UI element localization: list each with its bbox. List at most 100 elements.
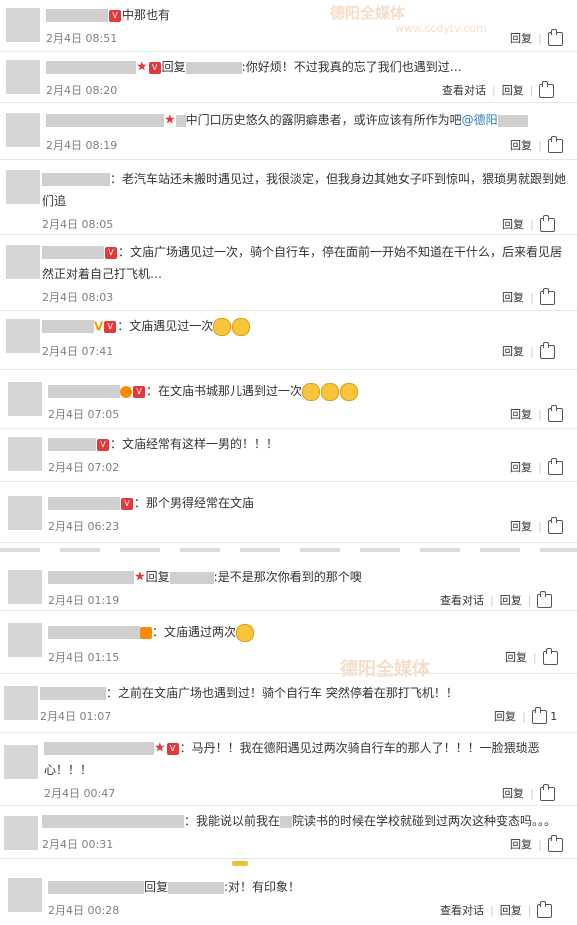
- reply-button[interactable]: 回复: [494, 710, 516, 723]
- emoji-icon: [302, 382, 321, 401]
- comment-time: 2月4日 00:31: [42, 838, 114, 851]
- comment-text-cont: 然正对着自己打飞机…: [42, 267, 163, 281]
- avatar[interactable]: [6, 8, 40, 42]
- view-conversation-link[interactable]: 查看对话: [440, 594, 484, 607]
- reply-button[interactable]: 回复: [510, 838, 532, 851]
- comment-text: 中那也有: [122, 8, 171, 22]
- reply-button[interactable]: 回复: [505, 651, 527, 664]
- username[interactable]: [48, 438, 96, 451]
- avatar[interactable]: [8, 382, 42, 416]
- reply-button[interactable]: 回复: [502, 291, 524, 304]
- thumbs-up-icon[interactable]: [539, 288, 555, 305]
- avatar[interactable]: [6, 60, 40, 94]
- comment-text: ：之前在文庙广场也遇到过！骑个自行车 突然停着在那打飞机！！: [106, 686, 458, 700]
- mention-link[interactable]: @德阳: [462, 113, 498, 127]
- comment-text: ：在文庙书城那儿遇到过一次: [146, 384, 303, 398]
- reply-button[interactable]: 回复: [502, 345, 524, 358]
- comment-row: ：文庙遇过两次 2月4日 01:15 回复 |: [0, 611, 577, 674]
- thumbs-up-icon[interactable]: [539, 81, 555, 98]
- thumbs-up-icon[interactable]: [539, 342, 555, 359]
- comment-text-cont: 们追: [42, 194, 67, 208]
- view-conversation-link[interactable]: 查看对话: [442, 84, 486, 97]
- member-badge-icon: V: [109, 9, 121, 22]
- avatar[interactable]: [4, 686, 38, 720]
- username[interactable]: [48, 385, 120, 398]
- reply-button[interactable]: 回复: [510, 32, 532, 45]
- reply-button[interactable]: 回复: [502, 787, 524, 800]
- thumbs-up-icon[interactable]: [539, 215, 555, 232]
- comment-time: 2月4日 07:05: [48, 408, 120, 421]
- thumbs-up-icon[interactable]: [547, 29, 563, 46]
- thumbs-up-icon[interactable]: [537, 901, 553, 918]
- username[interactable]: [44, 742, 154, 755]
- star-icon: ★: [164, 112, 176, 128]
- username[interactable]: [48, 626, 140, 639]
- reply-prefix: 回复: [144, 880, 169, 894]
- comment-time: 2月4日 01:15: [48, 651, 120, 664]
- reply-button[interactable]: 回复: [510, 461, 532, 474]
- comment-time: 2月4日 08:19: [46, 139, 118, 152]
- reply-button[interactable]: 回复: [502, 218, 524, 231]
- username[interactable]: [46, 114, 164, 127]
- reply-target-name[interactable]: [169, 571, 214, 584]
- thumbs-up-icon[interactable]: [547, 517, 563, 534]
- username[interactable]: [48, 497, 120, 510]
- comment-time: 2月4日 08:03: [42, 291, 114, 304]
- username[interactable]: [46, 9, 108, 22]
- star-icon: ★: [136, 59, 148, 75]
- avatar[interactable]: [4, 816, 38, 850]
- avatar[interactable]: [6, 245, 40, 279]
- avatar[interactable]: [8, 878, 42, 912]
- comment-text: 中门口历史悠久的露阴癖患者，或许应该有所作为吧: [185, 113, 462, 127]
- divider-ornament: [232, 861, 248, 866]
- comment-text: ：文庙广场遇见过一次，骑个自行车，停在面前一开始不知道在干什么，后来看见居: [118, 245, 563, 259]
- comment-row: V ：文庙广场遇见过一次，骑个自行车，停在面前一开始不知道在干什么，后来看见居 然…: [0, 235, 577, 311]
- username[interactable]: [46, 61, 136, 74]
- thumbs-up-icon[interactable]: [547, 835, 563, 852]
- member-badge-icon: V: [97, 438, 109, 451]
- comment-time: 2月4日 08:05: [42, 218, 114, 231]
- reply-button[interactable]: 回复: [510, 139, 532, 152]
- reply-button[interactable]: 回复: [500, 904, 522, 917]
- comment-text: ：文庙经常有这样一男的！！！: [110, 437, 279, 451]
- username[interactable]: [42, 246, 104, 259]
- avatar[interactable]: [4, 745, 38, 779]
- reply-button[interactable]: 回复: [500, 594, 522, 607]
- view-conversation-link[interactable]: 查看对话: [440, 904, 484, 917]
- avatar[interactable]: [6, 319, 40, 353]
- thumbs-up-icon[interactable]: [531, 707, 547, 724]
- thumbs-up-icon[interactable]: [537, 591, 553, 608]
- reply-target-name[interactable]: [168, 881, 225, 894]
- username[interactable]: [48, 571, 134, 584]
- username[interactable]: [40, 687, 106, 700]
- reply-button[interactable]: 回复: [502, 84, 524, 97]
- comment-row: ：之前在文庙广场也遇到过！骑个自行车 突然停着在那打飞机！！ 2月4日 01:0…: [0, 674, 577, 733]
- fan-badge-icon: [140, 626, 152, 639]
- avatar[interactable]: [8, 496, 42, 530]
- member-badge-icon: V: [133, 385, 145, 398]
- avatar[interactable]: [6, 170, 40, 204]
- username[interactable]: [48, 881, 144, 894]
- thumbs-up-icon[interactable]: [547, 405, 563, 422]
- reply-prefix: 回复: [161, 60, 186, 74]
- username[interactable]: [42, 320, 94, 333]
- comment-row: ★ V 回复:你好烦！不过我真的忘了我们也遇到过… 2月4日 08:20 查看对话 |…: [0, 52, 577, 103]
- reply-button[interactable]: 回复: [510, 408, 532, 421]
- username[interactable]: [42, 173, 110, 186]
- comment-text: :你好烦！不过我真的忘了我们也遇到过…: [241, 60, 462, 74]
- avatar[interactable]: [8, 623, 42, 657]
- avatar[interactable]: [6, 113, 40, 147]
- avatar[interactable]: [8, 570, 42, 604]
- thumbs-up-icon[interactable]: [542, 648, 558, 665]
- comment-text-b: 院读书的时候在学校就碰到过两次这种变态吗。。。: [292, 814, 557, 828]
- thumbs-up-icon[interactable]: [539, 784, 555, 801]
- thumbs-up-icon[interactable]: [547, 136, 563, 153]
- comment-text-cont: 心！！！: [44, 763, 93, 777]
- thumbs-up-icon[interactable]: [547, 458, 563, 475]
- reply-target-name[interactable]: [185, 61, 242, 74]
- comment-text: :对！有印象！: [224, 880, 301, 894]
- avatar[interactable]: [8, 437, 42, 471]
- username[interactable]: [42, 815, 184, 828]
- reply-button[interactable]: 回复: [510, 520, 532, 533]
- comment-row: ：我能说以前我在 院读书的时候在学校就碰到过两次这种变态吗。。。 2月4日 00:…: [0, 806, 577, 859]
